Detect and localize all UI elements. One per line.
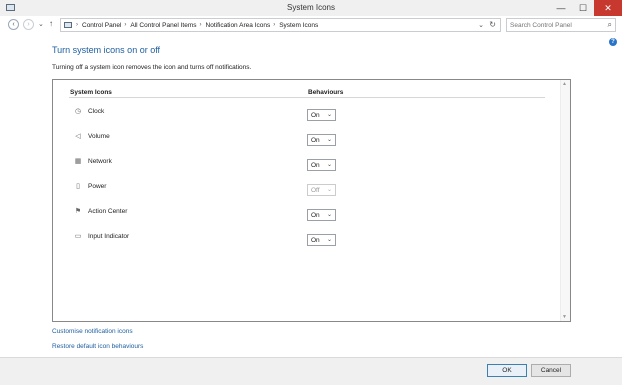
breadcrumb-separator: ›: [76, 22, 78, 28]
select-value: Off: [311, 187, 320, 194]
window-title: System Icons: [286, 3, 335, 12]
clock-icon: ◷: [74, 108, 82, 115]
vertical-scrollbar[interactable]: ▲ ▼: [560, 80, 570, 321]
navigation-bar: ‹ › ⌄ ↑ › Control Panel › All Control Pa…: [0, 16, 622, 35]
chevron-down-icon: ⌄: [326, 112, 332, 118]
power-icon: ▯: [76, 183, 80, 190]
volume-icon: ◁: [75, 133, 81, 140]
maximize-button[interactable]: ☐: [572, 0, 594, 16]
action-center-behaviour-select[interactable]: On ⌄: [307, 209, 336, 221]
back-button[interactable]: ‹: [8, 19, 19, 30]
address-dropdown-button[interactable]: ⌄: [478, 21, 484, 29]
network-behaviour-select[interactable]: On ⌄: [307, 159, 336, 171]
help-button[interactable]: ?: [609, 38, 617, 46]
column-header-system-icons: System Icons: [70, 89, 112, 96]
volume-behaviour-select[interactable]: On ⌄: [307, 134, 336, 146]
row-label-clock: Clock: [88, 108, 105, 115]
up-button[interactable]: ↑: [49, 19, 53, 28]
keyboard-icon: ▭: [74, 233, 82, 240]
select-value: On: [311, 112, 320, 119]
select-value: On: [311, 237, 320, 244]
row-label-power: Power: [88, 183, 107, 190]
select-value: On: [311, 212, 320, 219]
dialog-footer: OK Cancel: [0, 357, 622, 385]
customise-notification-icons-link[interactable]: Customise notification icons: [52, 328, 133, 335]
search-box[interactable]: ⌕: [506, 18, 616, 32]
scroll-down-icon[interactable]: ▼: [562, 314, 567, 320]
input-indicator-behaviour-select[interactable]: On ⌄: [307, 234, 336, 246]
breadcrumb-separator: ›: [273, 22, 276, 28]
minimize-button[interactable]: —: [550, 0, 572, 16]
chevron-down-icon: ⌄: [326, 187, 332, 193]
clock-behaviour-select[interactable]: On ⌄: [307, 109, 336, 121]
title-bar: System Icons — ☐ ✕: [0, 0, 622, 17]
row-label-volume: Volume: [88, 133, 110, 140]
forward-button[interactable]: ›: [23, 19, 34, 30]
row-label-network: Network: [88, 158, 112, 165]
breadcrumb-all-items[interactable]: All Control Panel Items: [130, 22, 196, 29]
breadcrumb-system-icons[interactable]: System Icons: [279, 22, 318, 29]
scroll-up-icon[interactable]: ▲: [562, 81, 567, 87]
restore-default-behaviours-link[interactable]: Restore default icon behaviours: [52, 343, 143, 350]
cancel-button[interactable]: Cancel: [531, 364, 571, 377]
recent-locations-button[interactable]: ⌄: [38, 20, 44, 28]
page-title: Turn system icons on or off: [52, 45, 161, 55]
breadcrumb-notification-area-icons[interactable]: Notification Area Icons: [206, 22, 271, 29]
flag-icon: ⚑: [74, 208, 82, 215]
refresh-button[interactable]: ↻: [489, 20, 496, 29]
select-value: On: [311, 162, 320, 169]
chevron-down-icon: ⌄: [326, 237, 332, 243]
chevron-down-icon: ⌄: [326, 212, 332, 218]
chevron-down-icon: ⌄: [326, 137, 332, 143]
breadcrumb-separator: ›: [199, 22, 202, 28]
network-icon: ▦: [74, 158, 82, 165]
ok-button[interactable]: OK: [487, 364, 527, 377]
page-description: Turning off a system icon removes the ic…: [52, 64, 252, 71]
header-divider: [69, 97, 545, 98]
control-panel-icon: [64, 22, 72, 28]
system-icons-panel: System Icons Behaviours ◷ Clock On ⌄ ◁ V…: [52, 79, 571, 322]
window-controls: — ☐ ✕: [550, 0, 622, 16]
address-bar[interactable]: › Control Panel › All Control Panel Item…: [60, 18, 501, 32]
power-behaviour-select: Off ⌄: [307, 184, 336, 196]
breadcrumb-separator: ›: [124, 22, 127, 28]
search-icon[interactable]: ⌕: [608, 20, 612, 30]
close-button[interactable]: ✕: [594, 0, 622, 16]
row-label-action-center: Action Center: [88, 208, 128, 215]
select-value: On: [311, 137, 320, 144]
breadcrumb-control-panel[interactable]: Control Panel: [82, 22, 121, 29]
row-label-input-indicator: Input Indicator: [88, 233, 130, 240]
chevron-down-icon: ⌄: [326, 162, 332, 168]
search-input[interactable]: [507, 19, 602, 31]
column-header-behaviours: Behaviours: [308, 89, 344, 96]
